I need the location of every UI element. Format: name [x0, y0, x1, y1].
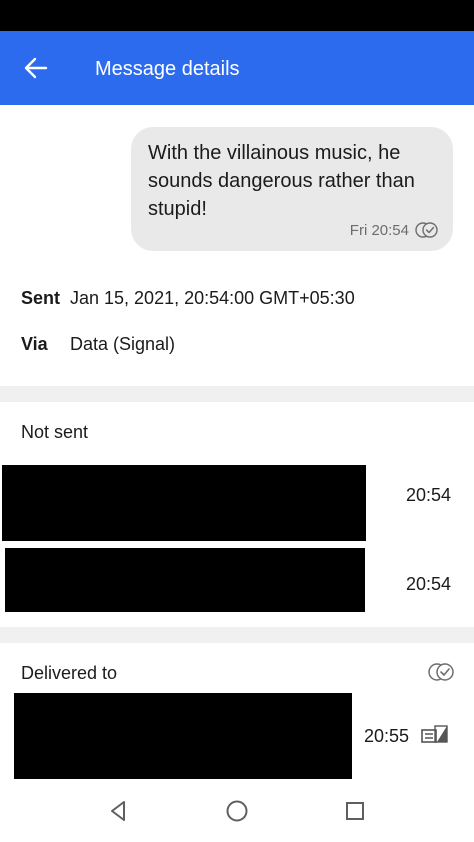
message-meta: Fri 20:54	[350, 221, 439, 239]
redacted-recipient[interactable]	[2, 465, 366, 541]
via-row: Via Data (Signal)	[21, 333, 175, 355]
section-divider	[0, 627, 474, 643]
app-bar: Message details	[0, 31, 474, 105]
message-text: With the villainous music, he sounds dan…	[148, 142, 415, 220]
not-sent-title: Not sent	[21, 422, 89, 442]
page-title: Message details	[95, 58, 240, 80]
delivered-title: Delivered to	[21, 663, 118, 683]
message-bubble[interactable]: With the villainous music, he sounds dan…	[131, 127, 453, 251]
recipient-time: 20:54	[406, 574, 452, 594]
message-time: Fri 20:54	[349, 221, 409, 239]
recipient-time: 20:55	[364, 726, 410, 746]
sent-row: Sent Jan 15, 2021, 20:54:00 GMT+05:30	[21, 287, 355, 309]
sent-label: Sent	[21, 288, 61, 308]
via-label: Via	[21, 334, 48, 354]
via-value: Data (Signal)	[70, 334, 176, 354]
nav-home-icon[interactable]	[224, 798, 250, 824]
redacted-recipient[interactable]	[14, 693, 352, 779]
delivered-double-check-icon	[415, 222, 438, 238]
sent-value: Jan 15, 2021, 20:54:00 GMT+05:30	[70, 288, 355, 308]
recipient-time: 20:54	[406, 485, 452, 505]
sealed-sender-icon	[421, 725, 448, 743]
system-nav-bar	[0, 780, 474, 842]
status-bar	[0, 0, 474, 31]
nav-back-icon[interactable]	[106, 798, 132, 824]
nav-recents-icon[interactable]	[342, 798, 368, 824]
redacted-recipient[interactable]	[5, 548, 365, 612]
section-divider	[0, 386, 474, 402]
delivered-double-check-icon	[428, 663, 454, 681]
arrow-left-icon[interactable]	[16, 50, 56, 86]
